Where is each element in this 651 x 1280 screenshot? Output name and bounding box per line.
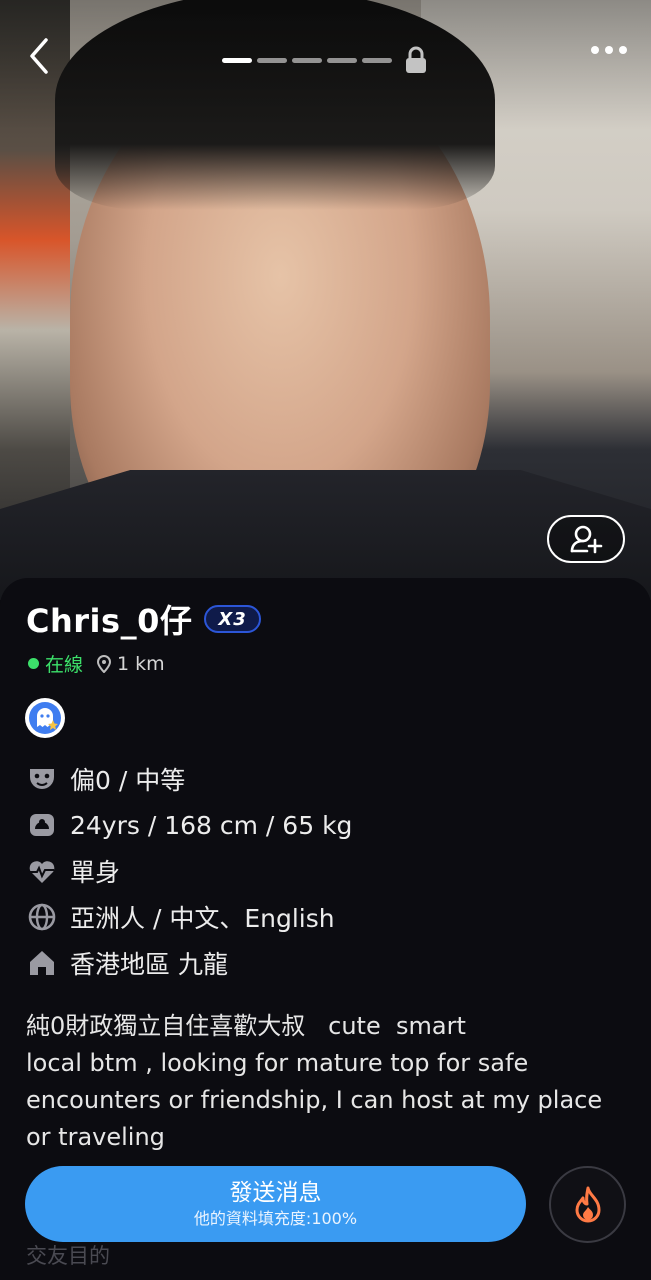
send-message-label: 發送消息 [229, 1180, 322, 1206]
follow-button[interactable] [547, 515, 625, 563]
profile-photo[interactable] [0, 0, 651, 600]
heartbeat-icon [26, 855, 58, 887]
info-text: 偏0 / 中等 [70, 766, 186, 795]
more-options-button[interactable] [591, 46, 627, 54]
photo-progress-segment [362, 57, 392, 63]
body-stats-icon [26, 809, 58, 841]
section-title-dating-purpose: 交友目的 [26, 1244, 110, 1268]
more-dot [605, 46, 613, 54]
photo-progress-segment [292, 57, 322, 63]
profile-completion-label: 他的資料填充度:100% [193, 1209, 358, 1228]
flame-button[interactable] [549, 1166, 626, 1243]
flame-icon [575, 1186, 600, 1222]
info-row-ethnicity-language: 亞洲人 / 中文、English [26, 894, 352, 940]
membership-badge[interactable]: X3 [204, 605, 261, 633]
online-status: 在線 [45, 654, 84, 676]
info-row-role: 偏0 / 中等 [26, 756, 352, 802]
status-row: 在線 1 km [28, 650, 165, 677]
chevron-left-icon [30, 38, 48, 74]
distance-label: 1 km [117, 652, 165, 675]
globe-icon [26, 901, 58, 933]
info-text: 香港地區 九龍 [70, 950, 228, 979]
add-user-icon [570, 525, 603, 554]
info-text: 亞洲人 / 中文、English [70, 904, 335, 933]
profile-name: Chris_0仔 [26, 602, 193, 640]
info-list: 偏0 / 中等 24yrs / 168 cm / 65 kg 單身 亞洲人 / … [26, 756, 352, 986]
bio-text: 純0財政獨立自住喜歡大叔 cute smart local btm , look… [26, 1012, 603, 1151]
home-icon [26, 947, 58, 979]
name-row: Chris_0仔 X3 [26, 596, 261, 642]
photo-progress-segment [257, 57, 287, 63]
photo-progress-segment [327, 57, 357, 63]
send-message-button[interactable]: 發送消息 他的資料填充度:100% [25, 1166, 526, 1242]
photo-progress-indicator [222, 46, 429, 74]
info-row-body: 24yrs / 168 cm / 65 kg [26, 802, 352, 848]
mask-icon [26, 763, 58, 795]
ghost-star-icon [29, 702, 61, 734]
photo-progress-segment [222, 57, 252, 63]
info-row-location: 香港地區 九龍 [26, 940, 352, 986]
info-text: 24yrs / 168 cm / 65 kg [70, 810, 353, 840]
verification-avatar[interactable] [25, 698, 65, 738]
more-horizontal-icon [591, 46, 599, 54]
location-pin-icon [97, 654, 112, 673]
back-button[interactable] [24, 36, 58, 76]
online-dot [28, 658, 39, 669]
info-text: 單身 [70, 858, 121, 887]
info-row-relationship: 單身 [26, 848, 352, 894]
more-dot [619, 46, 627, 54]
lock-icon [406, 46, 426, 73]
